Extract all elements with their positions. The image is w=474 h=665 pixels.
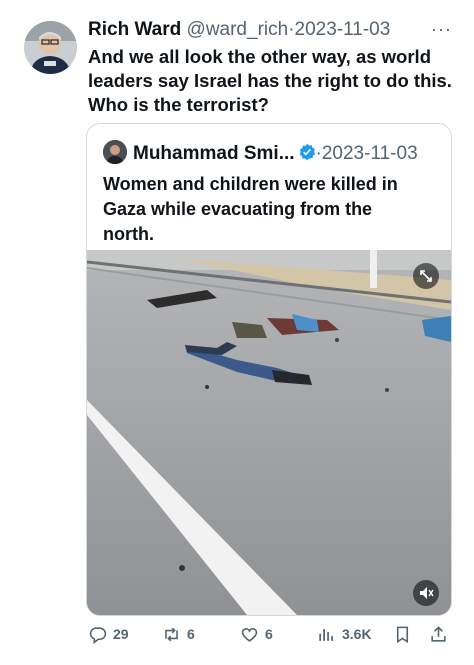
- expand-icon[interactable]: [413, 263, 439, 289]
- author-name[interactable]: Rich Ward: [88, 19, 181, 40]
- heart-icon: [241, 627, 258, 642]
- quoted-avatar[interactable]: [103, 140, 127, 164]
- share-icon: [431, 625, 446, 642]
- mute-icon[interactable]: [413, 580, 439, 606]
- retweet-icon: [165, 627, 178, 641]
- reply-count: 29: [113, 626, 129, 642]
- view-count: 3.6K: [342, 626, 372, 642]
- video-player[interactable]: [87, 250, 451, 615]
- views-button[interactable]: 3.6K: [317, 622, 372, 646]
- author-avatar[interactable]: [24, 21, 77, 74]
- bookmark-button[interactable]: [393, 622, 418, 646]
- quoted-author-name[interactable]: Muhammad Smi...: [133, 143, 295, 164]
- quoted-header: Muhammad Smi... ·2023-11-03: [103, 140, 435, 166]
- verified-badge-icon: [298, 143, 316, 161]
- author-handle[interactable]: @ward_rich: [187, 19, 289, 40]
- reply-icon: [89, 626, 107, 644]
- tweet-actions: 29 6 6 3.6K: [88, 622, 458, 646]
- tweet-text: And we all look the other way, as world …: [88, 46, 452, 115]
- retweet-count: 6: [187, 626, 195, 642]
- quoted-date[interactable]: 2023-11-03: [322, 143, 418, 164]
- tweet-date[interactable]: 2023-11-03: [295, 19, 391, 40]
- like-count: 6: [265, 626, 273, 642]
- video-frame: [87, 250, 451, 615]
- views-icon: [319, 628, 333, 641]
- retweet-button[interactable]: 6: [162, 622, 195, 646]
- tweet-header: Rich Ward @ward_rich·2023-11-03 ···: [88, 19, 462, 45]
- reply-button[interactable]: 29: [88, 622, 129, 646]
- bookmark-icon: [396, 626, 409, 643]
- more-options-icon[interactable]: ···: [431, 19, 452, 40]
- tweet[interactable]: Rich Ward @ward_rich·2023-11-03 ··· And …: [0, 0, 474, 665]
- share-button[interactable]: [429, 622, 454, 646]
- quoted-text: Women and children were killed in Gaza w…: [103, 174, 398, 244]
- like-button[interactable]: 6: [240, 622, 273, 646]
- quoted-tweet[interactable]: Muhammad Smi... ·2023-11-03 Women and chi…: [86, 123, 452, 616]
